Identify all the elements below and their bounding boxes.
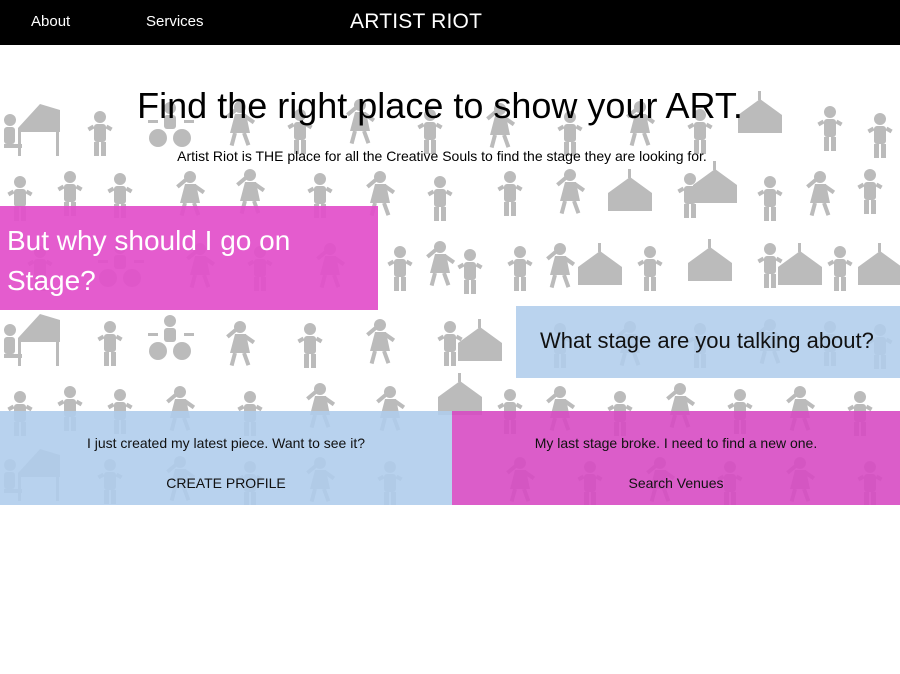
what-stage-text: What stage are you talking about? [540, 328, 874, 353]
artist-cta-message: I just created my latest piece. Want to … [86, 435, 366, 451]
what-stage-banner: What stage are you talking about? [516, 306, 900, 378]
hero-subline: Artist Riot is THE place for all the Cre… [177, 148, 707, 164]
nav-about-link[interactable]: About [31, 13, 70, 30]
create-profile-button[interactable]: CREATE PROFILE [0, 475, 452, 491]
hero-headline: Find the right place to show your ART. [137, 85, 743, 126]
top-nav: About Services ARTIST RIOT [0, 0, 900, 45]
nav-services-link[interactable]: Services [146, 13, 204, 30]
hero-section: Find the right place to show your ART. A… [0, 45, 900, 505]
why-stage-banner: But why should I go on Stage? [0, 206, 378, 310]
search-venues-button[interactable]: Search Venues [452, 475, 900, 491]
why-stage-text: But why should I go on Stage? [7, 225, 291, 296]
venue-cta-panel: My last stage broke. I need to find a ne… [452, 411, 900, 505]
venue-cta-message: My last stage broke. I need to find a ne… [534, 435, 818, 451]
artist-cta-panel: I just created my latest piece. Want to … [0, 411, 452, 505]
brand-title[interactable]: ARTIST RIOT [350, 10, 482, 34]
